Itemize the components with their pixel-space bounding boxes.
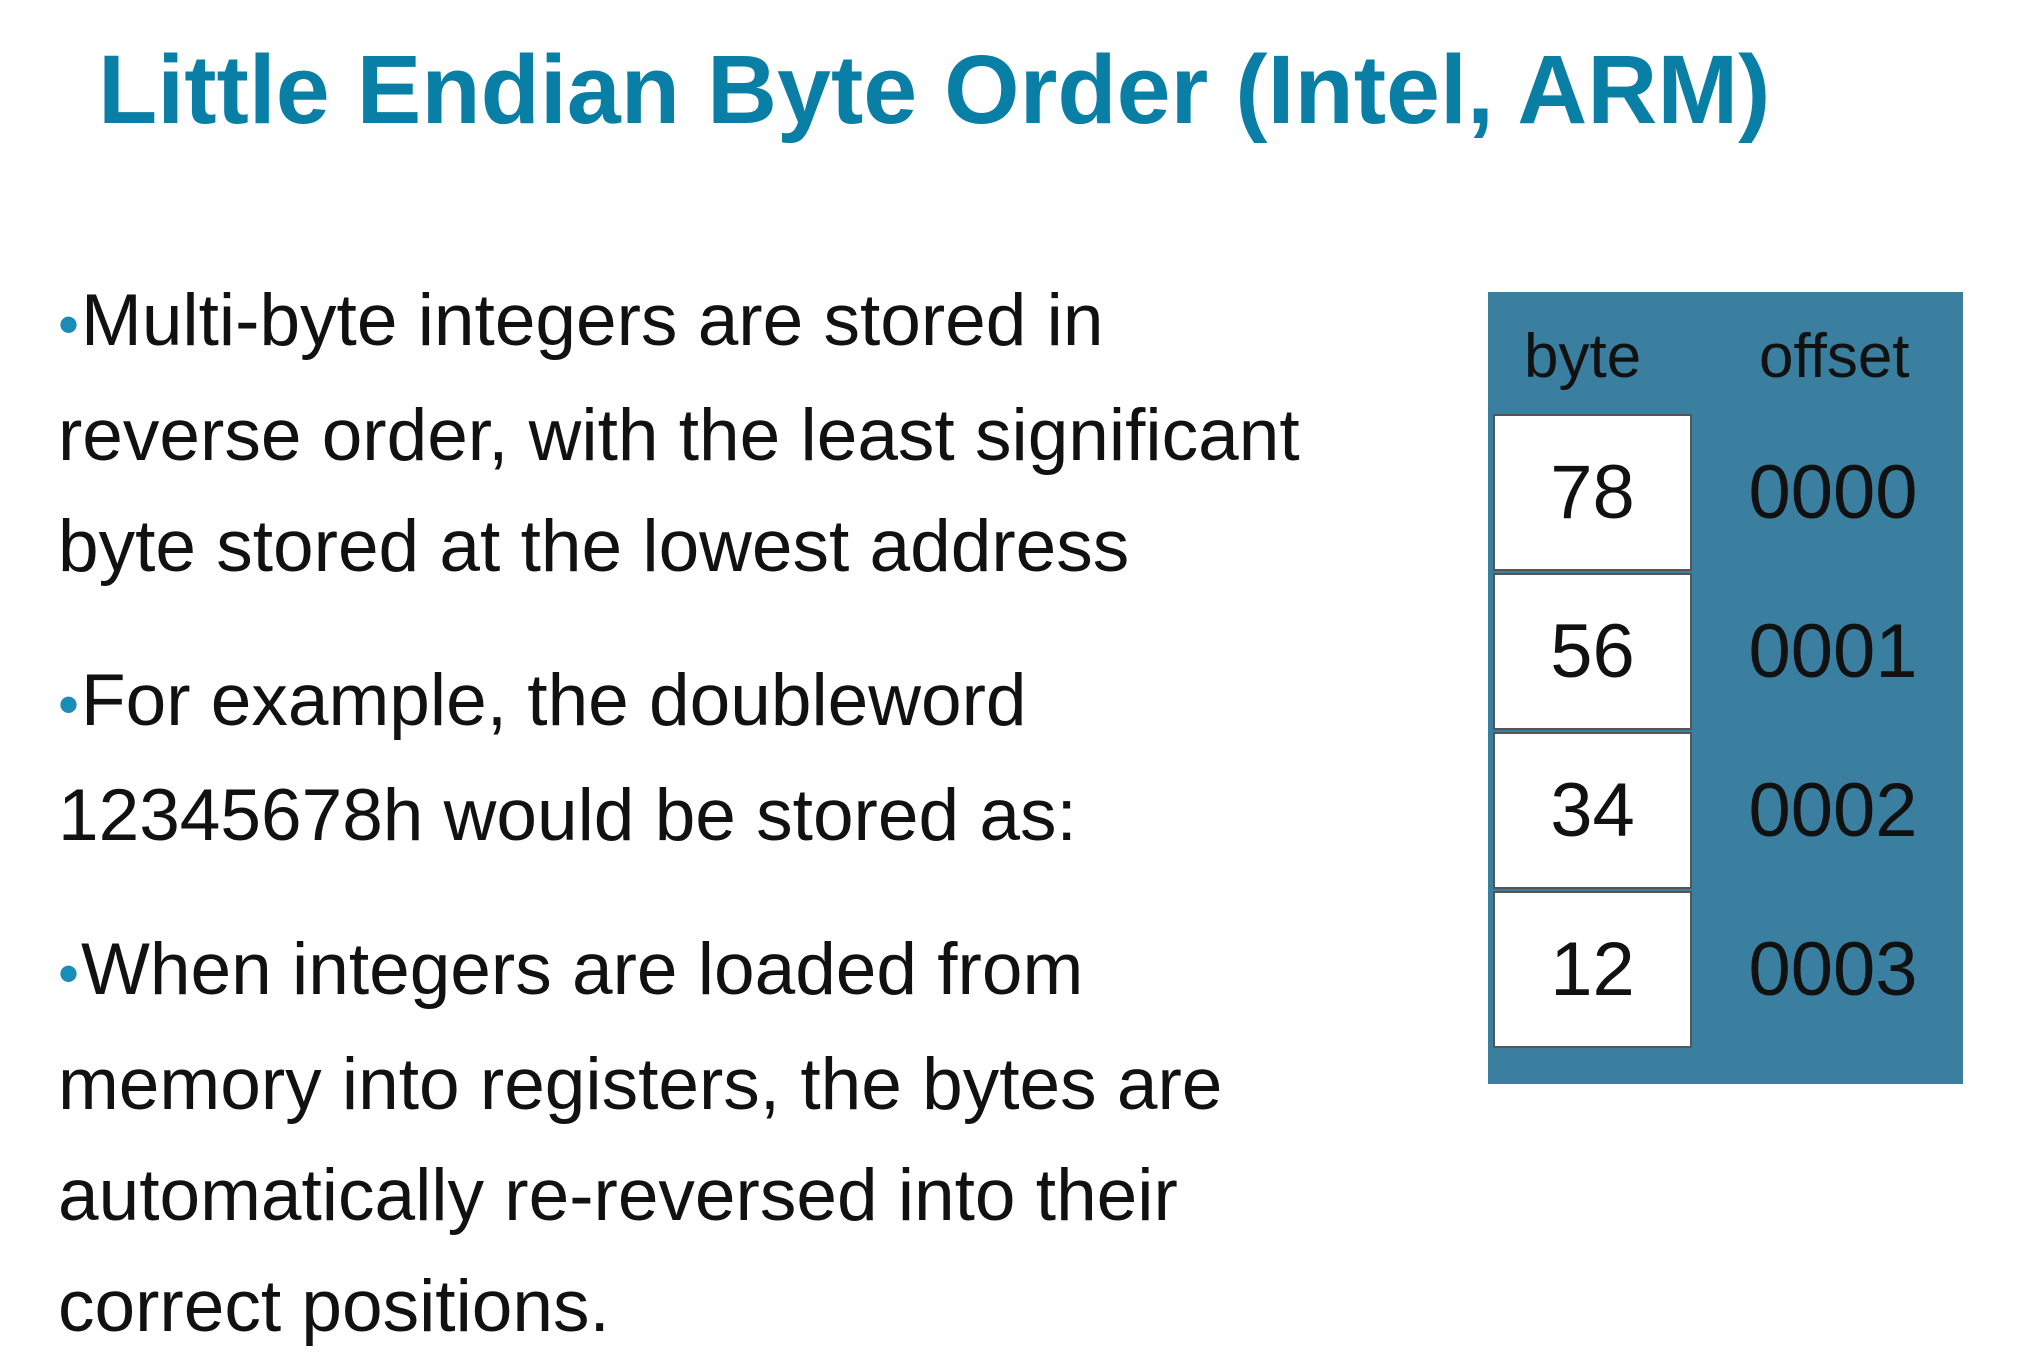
offset-cell: 0002	[1748, 768, 1918, 853]
byte-cell: 78	[1493, 414, 1692, 571]
slide-title: Little Endian Byte Order (Intel, ARM)	[98, 35, 1771, 144]
byte-cell: 12	[1493, 891, 1692, 1048]
bullet-marker: •	[58, 291, 80, 358]
bullet-marker: •	[58, 940, 80, 1007]
byte-cell: 56	[1493, 573, 1692, 730]
bullet-text: When integers are loaded from memory int…	[58, 929, 1223, 1347]
bullet-marker: •	[58, 671, 80, 738]
offset-cell: 0001	[1748, 609, 1918, 694]
bullet-item: •Multi-byte integers are stored in rever…	[58, 265, 1458, 602]
bullet-item: •For example, the doubleword 12345678h w…	[58, 645, 1458, 871]
offset-cell: 0000	[1748, 450, 1918, 535]
offset-column-header: offset	[1759, 322, 1910, 391]
offset-cell: 0003	[1748, 927, 1918, 1012]
byte-cell: 34	[1493, 732, 1692, 889]
byte-column-header: byte	[1524, 322, 1642, 391]
bullet-list: •Multi-byte integers are stored in rever…	[58, 265, 1458, 1362]
memory-layout-diagram: byte offset 78 0000 56 0001 34 0002 12 0…	[1488, 292, 1963, 1084]
bullet-text: Multi-byte integers are stored in revers…	[58, 280, 1300, 587]
bullet-text: For example, the doubleword 12345678h wo…	[58, 660, 1077, 856]
bullet-item: •When integers are loaded from memory in…	[58, 914, 1458, 1362]
